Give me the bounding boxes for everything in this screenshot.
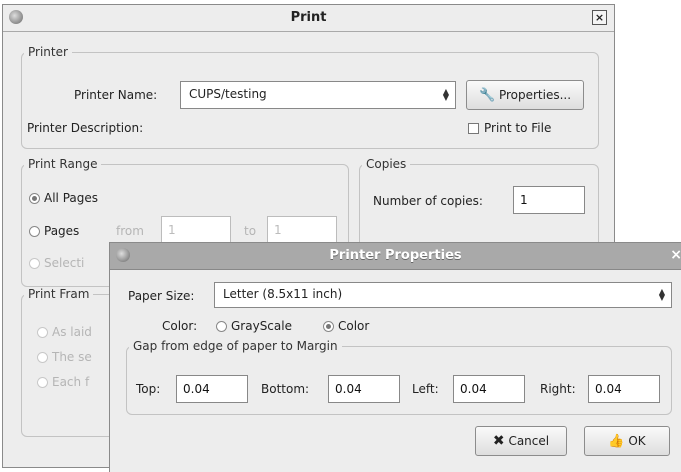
to-label: to [244, 224, 257, 238]
print-frames-legend: Print Fram [28, 287, 90, 301]
top-label: Top: [136, 382, 161, 396]
print-close-button[interactable]: × [592, 10, 607, 25]
frames-option-as-laid[interactable]: As laid [37, 325, 92, 339]
print-to-file-label: Print to File [484, 121, 552, 135]
frames-option-selected[interactable]: The se [37, 350, 92, 364]
printer-legend: Printer [28, 45, 68, 59]
print-dialog-title: Print [290, 10, 327, 25]
properties-title-bar[interactable]: Printer Properties × [110, 243, 681, 270]
copies-legend: Copies [366, 157, 407, 171]
paper-size-value: Letter (8.5x11 inch) [223, 287, 343, 301]
number-of-copies-label: Number of copies: [373, 194, 483, 208]
thumbs-up-icon: 👍 [608, 434, 625, 449]
radio-selected-icon [323, 321, 334, 332]
frames-option-each[interactable]: Each f [37, 375, 89, 389]
print-to-file-checkbox[interactable]: Print to File [468, 121, 551, 135]
frames-option-selected-label: The se [52, 350, 92, 364]
radio-disabled-icon [37, 377, 48, 388]
printer-name-label: Printer Name: [74, 88, 158, 102]
color-option-label: Color [338, 319, 370, 333]
select-arrows-icon: ▲ ▼ [658, 287, 666, 302]
radio-icon [216, 321, 227, 332]
print-title-bar[interactable]: Print × [3, 5, 614, 32]
grayscale-label: GrayScale [231, 319, 292, 333]
right-label: Right: [540, 382, 576, 396]
frames-option-each-label: Each f [52, 375, 90, 389]
cancel-button[interactable]: ✖ Cancel [475, 426, 567, 456]
checkbox-icon [468, 123, 479, 134]
color-radio[interactable]: Color [323, 319, 369, 333]
right-margin-field[interactable]: 0.04 [588, 375, 660, 403]
pages-label: Pages [44, 224, 80, 238]
radio-selected-icon [29, 193, 40, 204]
top-margin-field[interactable]: 0.04 [176, 375, 248, 403]
copies-field[interactable]: 1 [513, 186, 585, 214]
wrench-icon: 🔧 [478, 88, 496, 103]
properties-button-label: Properties... [498, 88, 572, 102]
printer-name-value: CUPS/testing [189, 87, 267, 101]
selection-label: Selecti [44, 256, 85, 270]
color-label: Color: [162, 319, 198, 333]
frames-option-as-laid-label: As laid [52, 325, 92, 339]
ok-button-label: OK [628, 434, 646, 448]
radio-disabled-icon [29, 258, 40, 269]
all-pages-radio[interactable]: All Pages [29, 191, 98, 205]
cancel-icon: ✖ [492, 433, 505, 449]
radio-disabled-icon [37, 352, 48, 363]
printer-description-label: Printer Description: [27, 121, 144, 135]
to-field[interactable]: 1 [267, 216, 337, 244]
paper-size-select[interactable]: Letter (8.5x11 inch) ▲ ▼ [214, 282, 672, 308]
left-margin-field[interactable]: 0.04 [453, 375, 525, 403]
printer-properties-dialog: Printer Properties × Paper Size: Letter … [109, 242, 681, 472]
properties-close-button[interactable]: × [670, 247, 681, 263]
cancel-button-label: Cancel [508, 434, 550, 448]
printer-name-select[interactable]: CUPS/testing ▲ ▼ [180, 81, 456, 109]
radio-disabled-icon [37, 327, 48, 338]
margin-legend: Gap from edge of paper to Margin [133, 339, 338, 353]
properties-button[interactable]: 🔧 Properties... [466, 80, 584, 110]
grayscale-radio[interactable]: GrayScale [216, 319, 292, 333]
properties-dialog-title: Printer Properties [329, 248, 462, 263]
radio-icon [29, 226, 40, 237]
print-range-legend: Print Range [28, 157, 98, 171]
bottom-margin-field[interactable]: 0.04 [328, 375, 400, 403]
bottom-label: Bottom: [261, 382, 310, 396]
pages-radio[interactable]: Pages [29, 224, 79, 238]
select-arrows-icon: ▲ ▼ [442, 87, 450, 102]
from-label: from [116, 224, 144, 238]
all-pages-label: All Pages [44, 191, 98, 205]
left-label: Left: [412, 382, 439, 396]
selection-radio[interactable]: Selecti [29, 256, 84, 270]
ok-button[interactable]: 👍 OK [584, 426, 670, 456]
from-field[interactable]: 1 [161, 216, 231, 244]
paper-size-label: Paper Size: [128, 289, 195, 303]
